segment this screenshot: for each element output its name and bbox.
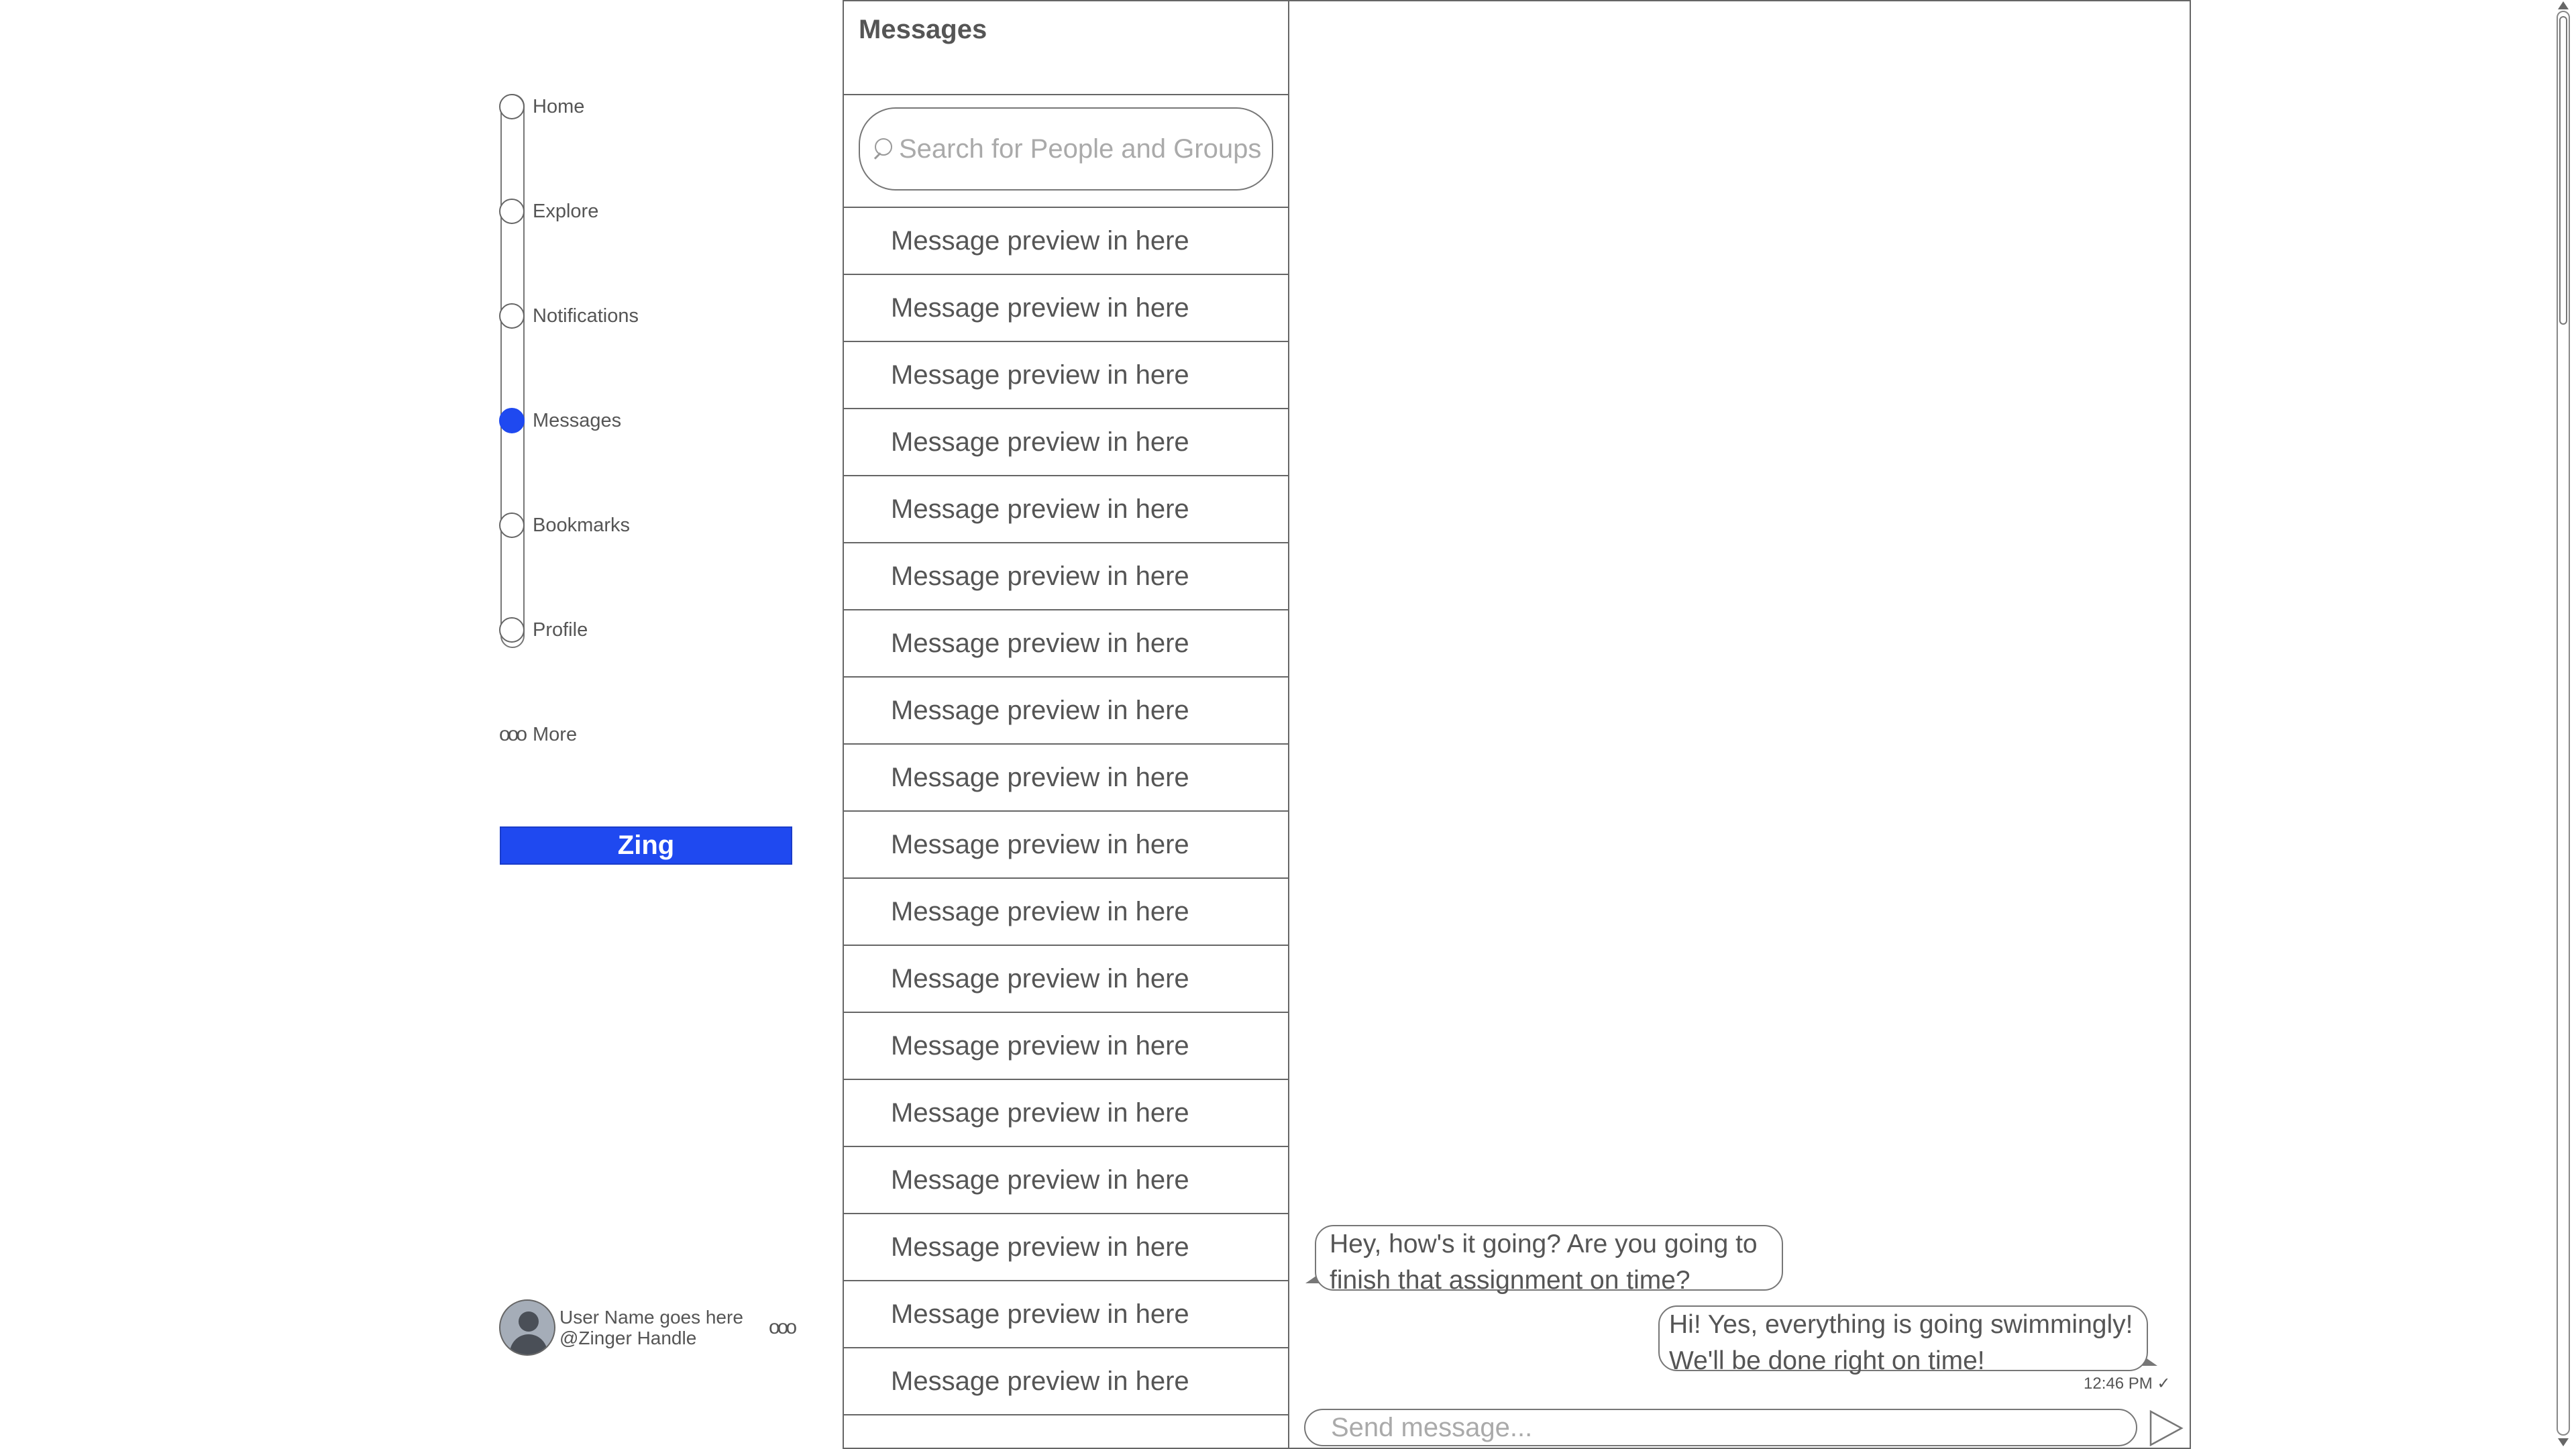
message-preview-item[interactable]: Message preview in here [844,1214,1288,1281]
nav-radio-icon [499,617,525,643]
more-dots-icon: ooo [499,723,527,745]
nav-label-home: Home [533,95,585,117]
nav-label-messages: Messages [533,409,622,431]
message-preview-item[interactable]: Message preview in here [844,1281,1288,1348]
message-preview-item[interactable]: Message preview in here [844,812,1288,879]
message-preview-item[interactable]: Message preview in here [844,342,1288,409]
outgoing-message-bubble: Hi! Yes, everything is going swimmingly!… [1658,1305,2148,1375]
nav-radio-icon [499,94,525,119]
user-handle: @Zinger Handle [559,1328,697,1348]
message-preview-item[interactable]: Message preview in here [844,1348,1288,1415]
user-more-icon[interactable]: ooo [769,1316,797,1339]
scroll-down-arrow-icon[interactable] [2558,1438,2569,1446]
nav-rail [500,94,525,648]
search-placeholder: Search for People and Groups [899,133,1262,164]
avatar [499,1299,555,1356]
nav-item-more[interactable]: ooo More [499,720,577,749]
message-preview-item[interactable]: Message preview in here [844,543,1288,610]
message-preview-item[interactable]: Message preview in here [844,409,1288,476]
conversation-pane: Hey, how's it going? Are you going to fi… [1288,0,2191,1449]
messages-list-panel: Messages Search for People and Groups Me… [843,0,1289,1449]
nav-item-messages[interactable]: Messages [499,407,621,435]
avatar-body-shape [510,1334,547,1354]
message-preview-item[interactable]: Message preview in here [844,745,1288,812]
user-info: User Name goes here @Zinger Handle [559,1307,743,1348]
message-compose-input[interactable]: Send message... [1304,1409,2137,1446]
nav-item-bookmarks[interactable]: Bookmarks [499,511,630,539]
nav-item-home[interactable]: Home [499,93,584,121]
message-preview-item[interactable]: Message preview in here [844,1013,1288,1080]
nav-label-notifications: Notifications [533,305,639,327]
outgoing-message-line: We'll be done right on time! [1669,1346,1985,1375]
scroll-up-arrow-icon[interactable] [2558,1,2569,9]
message-timestamp: 12:46 PM ✓ [2084,1375,2171,1393]
message-preview-item[interactable]: Message preview in here [844,208,1288,275]
send-icon[interactable] [2147,1409,2184,1448]
zing-button[interactable]: Zing [500,826,792,865]
nav-item-notifications[interactable]: Notifications [499,302,639,330]
incoming-message-line: finish that assignment on time? [1330,1266,1690,1295]
nav-label-bookmarks: Bookmarks [533,514,631,536]
message-preview-list: Message preview in here Message preview i… [844,208,1288,1415]
search-section: Search for People and Groups [844,95,1288,208]
nav-item-explore[interactable]: Explore [499,197,598,225]
message-preview-item[interactable]: Message preview in here [844,678,1288,745]
search-input[interactable]: Search for People and Groups [859,107,1273,191]
search-icon [871,136,898,162]
incoming-message-bubble: Hey, how's it going? Are you going to fi… [1315,1225,1783,1295]
message-preview-item[interactable]: Message preview in here [844,476,1288,543]
avatar-head-shape [519,1311,539,1332]
nav-radio-active-icon [499,408,525,433]
scroll-thumb[interactable] [2559,16,2567,325]
nav-radio-icon [499,303,525,329]
message-preview-item[interactable]: Message preview in here [844,1080,1288,1147]
compose-placeholder: Send message... [1331,1412,1533,1442]
message-preview-item[interactable]: Message preview in here [844,275,1288,342]
nav-label-profile: Profile [533,619,588,641]
incoming-message-line: Hey, how's it going? Are you going to [1330,1230,1758,1258]
nav-radio-icon [499,199,525,224]
nav-radio-icon [499,513,525,538]
outgoing-message-line: Hi! Yes, everything is going swimmingly! [1669,1310,2133,1339]
user-name: User Name goes here [559,1307,743,1328]
messages-title: Messages [844,1,1288,95]
message-preview-item[interactable]: Message preview in here [844,610,1288,678]
nav-label-explore: Explore [533,200,599,222]
message-preview-item[interactable]: Message preview in here [844,946,1288,1013]
message-preview-item[interactable]: Message preview in here [844,879,1288,946]
nav-label-more: More [533,723,578,745]
user-account-switcher[interactable]: User Name goes here @Zinger Handle [499,1299,743,1356]
message-preview-item[interactable]: Message preview in here [844,1147,1288,1214]
nav-item-profile[interactable]: Profile [499,616,588,644]
page-scrollbar[interactable] [2553,0,2573,1449]
